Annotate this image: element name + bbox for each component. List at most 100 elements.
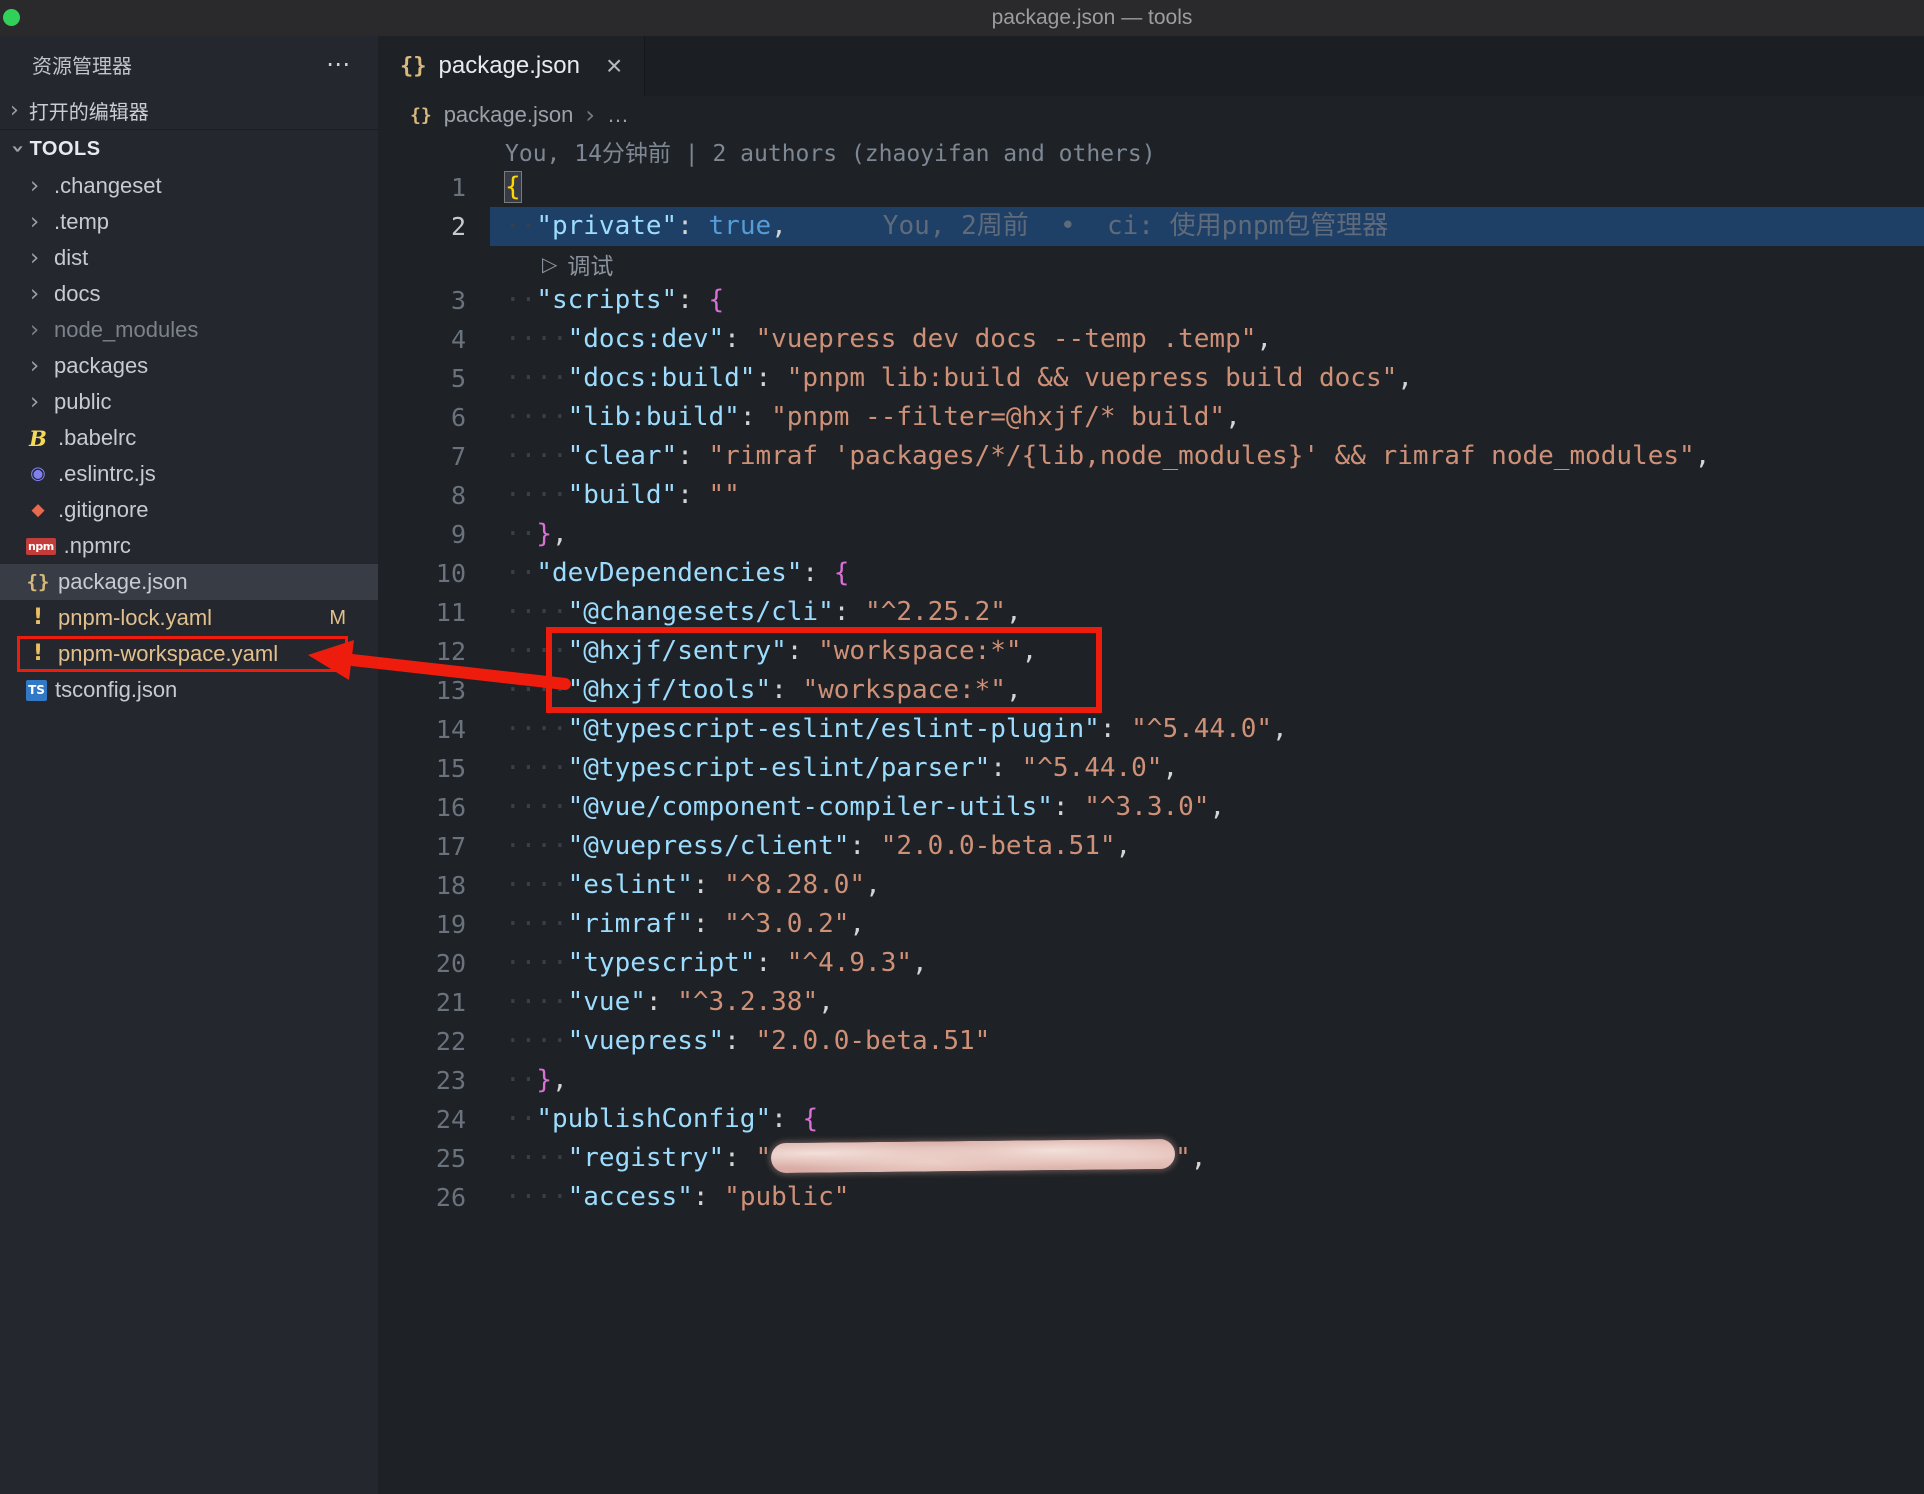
- code-line-22[interactable]: 22····"vuepress": "2.0.0-beta.51": [378, 1022, 1924, 1061]
- breadcrumb[interactable]: {} package.json › …: [378, 96, 1924, 134]
- breadcrumb-more[interactable]: …: [607, 102, 629, 128]
- open-editors-section[interactable]: › 打开的编辑器: [0, 92, 378, 130]
- sidebar-item-pnpm-lock.yaml[interactable]: !pnpm-lock.yamlM: [0, 600, 378, 636]
- file-label: .changeset: [54, 173, 162, 199]
- code-line-15[interactable]: 15····"@typescript-eslint/parser": "^5.4…: [378, 749, 1924, 788]
- section-tools[interactable]: › TOOLS: [0, 130, 378, 168]
- line-number: 1: [378, 168, 490, 207]
- sidebar-item-.gitignore[interactable]: ◆.gitignore: [0, 492, 378, 528]
- code-line-21[interactable]: 21····"vue": "^3.2.38",: [378, 983, 1924, 1022]
- code-line-6[interactable]: 6····"lib:build": "pnpm --filter=@hxjf/*…: [378, 398, 1924, 437]
- code-line-24[interactable]: 24··"publishConfig": {: [378, 1100, 1924, 1139]
- sidebar-item-public[interactable]: ›public: [0, 384, 378, 420]
- file-label: .eslintrc.js: [58, 461, 156, 487]
- babel-file-icon: B: [26, 428, 50, 449]
- code-token: :: [724, 324, 755, 354]
- traffic-light-green[interactable]: [3, 9, 20, 26]
- sidebar-item-package.json[interactable]: {}package.json: [0, 564, 378, 600]
- code-token: :: [787, 636, 818, 666]
- code-line-content: ····"@vuepress/client": "2.0.0-beta.51",: [490, 827, 1924, 866]
- explorer-header: 资源管理器 ⋯: [0, 36, 378, 92]
- warn-file-icon: !: [26, 607, 50, 629]
- code-line-content: ····"vuepress": "2.0.0-beta.51": [490, 1022, 1924, 1061]
- code-line-19[interactable]: 19····"rimraf": "^3.0.2",: [378, 905, 1924, 944]
- line-number: 18: [378, 866, 490, 905]
- code-token: ····: [505, 987, 568, 1017]
- code-line-20[interactable]: 20····"typescript": "^4.9.3",: [378, 944, 1924, 983]
- code-token: "publishConfig": [536, 1104, 771, 1134]
- code-line-content: ··"scripts": {: [490, 281, 1924, 320]
- code-line-4[interactable]: 4····"docs:dev": "vuepress dev docs --te…: [378, 320, 1924, 359]
- code-line-3[interactable]: 3··"scripts": {: [378, 281, 1924, 320]
- code-line-9[interactable]: 9··},: [378, 515, 1924, 554]
- code-token: "private": [536, 211, 677, 241]
- code-line-18[interactable]: 18····"eslint": "^8.28.0",: [378, 866, 1924, 905]
- sidebar-item-.eslintrc.js[interactable]: ◉ .eslintrc.js: [0, 456, 378, 492]
- file-label: tsconfig.json: [55, 677, 177, 703]
- code-token: ····: [505, 1143, 568, 1173]
- code-line-8[interactable]: 8····"build": "": [378, 476, 1924, 515]
- code-token: "^3.0.2": [724, 909, 849, 939]
- code-line-content: ····"registry": "",: [490, 1139, 1924, 1178]
- breadcrumb-file[interactable]: package.json: [444, 102, 574, 128]
- chevron-right-icon: ›: [26, 317, 48, 343]
- eslint-file-icon: ◉: [26, 465, 50, 483]
- code-line-2[interactable]: 2··"private": true,You, 2周前 • ci: 使用pnpm…: [378, 207, 1924, 246]
- code-line-7[interactable]: 7····"clear": "rimraf 'packages/*/{lib,n…: [378, 437, 1924, 476]
- chevron-right-icon: ›: [26, 245, 48, 271]
- more-actions-icon[interactable]: ⋯: [326, 50, 350, 78]
- code-token: :: [771, 675, 802, 705]
- code-token: {: [802, 1104, 818, 1134]
- code-token: ····: [505, 636, 568, 666]
- code-token: ,: [1116, 831, 1132, 861]
- code-line-17[interactable]: 17····"@vuepress/client": "2.0.0-beta.51…: [378, 827, 1924, 866]
- code-line-25[interactable]: 25····"registry": "",: [378, 1139, 1924, 1178]
- sidebar-item-.babelrc[interactable]: B.babelrc: [0, 420, 378, 456]
- code-token: ··: [505, 1065, 536, 1095]
- line-number: 23: [378, 1061, 490, 1100]
- code-token: "lib:build": [568, 402, 740, 432]
- line-number: 11: [378, 593, 490, 632]
- code-token: ····: [505, 324, 568, 354]
- code-line-26[interactable]: 26····"access": "public": [378, 1178, 1924, 1217]
- code-line-10[interactable]: 10··"devDependencies": {: [378, 554, 1924, 593]
- code-line-13[interactable]: 13····"@hxjf/tools": "workspace:*",: [378, 671, 1924, 710]
- code-token: "@hxjf/sentry": [568, 636, 787, 666]
- code-token: "vuepress": [568, 1026, 725, 1056]
- chevron-right-icon: ›: [26, 353, 48, 379]
- sidebar-item-pnpm-workspace.yaml[interactable]: !pnpm-workspace.yaml: [0, 636, 378, 672]
- sidebar-item-node_modules[interactable]: ›node_modules: [0, 312, 378, 348]
- sidebar-item-.temp[interactable]: ›.temp: [0, 204, 378, 240]
- code-line-content: ····"@typescript-eslint/parser": "^5.44.…: [490, 749, 1924, 788]
- code-token: ,: [1006, 675, 1022, 705]
- debug-codelens[interactable]: ▷调试: [378, 246, 1924, 281]
- code-token: :: [802, 558, 833, 588]
- window-title: package.json — tools: [992, 6, 1193, 30]
- code-line-23[interactable]: 23··},: [378, 1061, 1924, 1100]
- code-token: ,: [552, 519, 568, 549]
- line-number: 26: [378, 1178, 490, 1217]
- sidebar-item-packages[interactable]: ›packages: [0, 348, 378, 384]
- code-token: ····: [505, 441, 568, 471]
- code-line-5[interactable]: 5····"docs:build": "pnpm lib:build && vu…: [378, 359, 1924, 398]
- sidebar-item-docs[interactable]: ›docs: [0, 276, 378, 312]
- code-line-11[interactable]: 11····"@changesets/cli": "^2.25.2",: [378, 593, 1924, 632]
- code-line-12[interactable]: 12····"@hxjf/sentry": "workspace:*",: [378, 632, 1924, 671]
- sidebar-item-.npmrc[interactable]: npm.npmrc: [0, 528, 378, 564]
- code-token: "": [709, 480, 740, 510]
- code-token: ····: [505, 1182, 568, 1212]
- sidebar-item-dist[interactable]: ›dist: [0, 240, 378, 276]
- code-token: "pnpm lib:build && vuepress build docs": [787, 363, 1397, 393]
- git-blame-header[interactable]: You, 14分钟前 | 2 authors (zhaoyifan and ot…: [378, 134, 1924, 168]
- code-line-content: ··},: [490, 515, 1924, 554]
- code-line-14[interactable]: 14····"@typescript-eslint/eslint-plugin"…: [378, 710, 1924, 749]
- code-line-16[interactable]: 16····"@vue/component-compiler-utils": "…: [378, 788, 1924, 827]
- code-token: "^4.9.3": [787, 948, 912, 978]
- code-token: ": [755, 1143, 771, 1173]
- close-icon[interactable]: ×: [606, 50, 622, 82]
- code-line-1[interactable]: 1{: [378, 168, 1924, 207]
- sidebar-item-tsconfig.json[interactable]: TStsconfig.json: [0, 672, 378, 708]
- tab-package-json[interactable]: {} package.json ×: [378, 36, 645, 96]
- code-line-content: ····"build": "": [490, 476, 1924, 515]
- sidebar-item-.changeset[interactable]: ›.changeset: [0, 168, 378, 204]
